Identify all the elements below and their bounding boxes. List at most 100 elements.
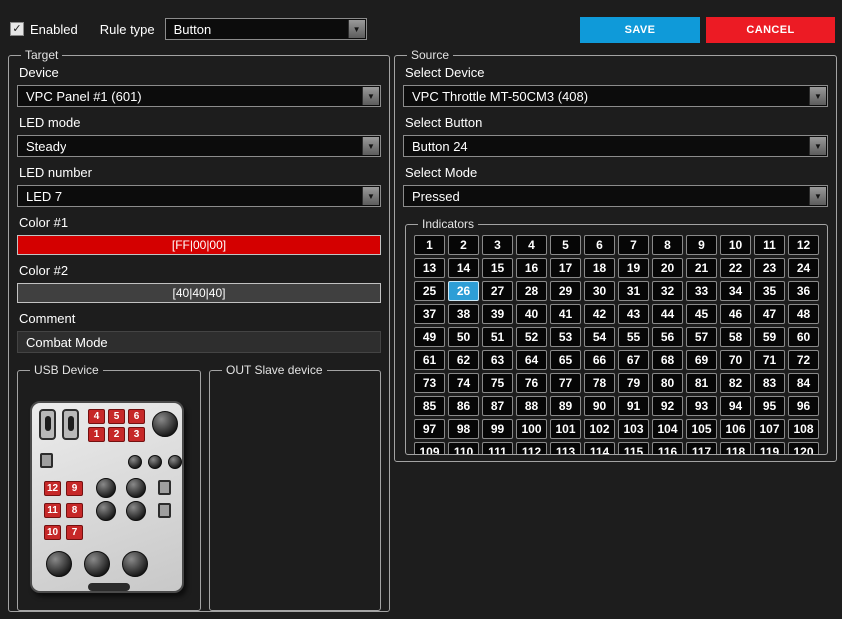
indicator-button-92[interactable]: 92: [652, 396, 683, 416]
chevron-down-icon[interactable]: ▼: [809, 87, 826, 105]
indicator-button-71[interactable]: 71: [754, 350, 785, 370]
indicator-button-16[interactable]: 16: [516, 258, 547, 278]
indicator-button-112[interactable]: 112: [516, 442, 547, 454]
indicator-button-63[interactable]: 63: [482, 350, 513, 370]
indicator-button-23[interactable]: 23: [754, 258, 785, 278]
indicator-button-119[interactable]: 119: [754, 442, 785, 454]
indicator-button-34[interactable]: 34: [720, 281, 751, 301]
indicator-button-79[interactable]: 79: [618, 373, 649, 393]
indicator-button-115[interactable]: 115: [618, 442, 649, 454]
indicator-button-78[interactable]: 78: [584, 373, 615, 393]
indicator-button-109[interactable]: 109: [414, 442, 445, 454]
indicator-button-74[interactable]: 74: [448, 373, 479, 393]
indicator-button-14[interactable]: 14: [448, 258, 479, 278]
indicator-button-36[interactable]: 36: [788, 281, 819, 301]
device-select[interactable]: VPC Panel #1 (601) ▼: [17, 85, 381, 107]
indicator-button-54[interactable]: 54: [584, 327, 615, 347]
indicator-button-103[interactable]: 103: [618, 419, 649, 439]
indicator-button-41[interactable]: 41: [550, 304, 581, 324]
indicator-button-106[interactable]: 106: [720, 419, 751, 439]
indicator-button-91[interactable]: 91: [618, 396, 649, 416]
indicator-button-113[interactable]: 113: [550, 442, 581, 454]
indicator-button-6[interactable]: 6: [584, 235, 615, 255]
indicator-button-17[interactable]: 17: [550, 258, 581, 278]
comment-input[interactable]: [17, 331, 381, 353]
indicator-button-120[interactable]: 120: [788, 442, 819, 454]
indicator-button-61[interactable]: 61: [414, 350, 445, 370]
chevron-down-icon[interactable]: ▼: [809, 137, 826, 155]
indicator-button-38[interactable]: 38: [448, 304, 479, 324]
led-number-select[interactable]: LED 7 ▼: [17, 185, 381, 207]
indicator-button-87[interactable]: 87: [482, 396, 513, 416]
indicator-button-101[interactable]: 101: [550, 419, 581, 439]
indicator-button-59[interactable]: 59: [754, 327, 785, 347]
indicator-button-60[interactable]: 60: [788, 327, 819, 347]
indicator-button-42[interactable]: 42: [584, 304, 615, 324]
indicator-button-49[interactable]: 49: [414, 327, 445, 347]
indicator-button-97[interactable]: 97: [414, 419, 445, 439]
indicator-button-2[interactable]: 2: [448, 235, 479, 255]
indicator-button-13[interactable]: 13: [414, 258, 445, 278]
indicator-button-31[interactable]: 31: [618, 281, 649, 301]
indicator-button-4[interactable]: 4: [516, 235, 547, 255]
indicator-button-111[interactable]: 111: [482, 442, 513, 454]
indicator-button-68[interactable]: 68: [652, 350, 683, 370]
indicator-button-102[interactable]: 102: [584, 419, 615, 439]
indicator-button-53[interactable]: 53: [550, 327, 581, 347]
indicator-button-11[interactable]: 11: [754, 235, 785, 255]
indicator-button-57[interactable]: 57: [686, 327, 717, 347]
indicator-button-50[interactable]: 50: [448, 327, 479, 347]
indicator-button-93[interactable]: 93: [686, 396, 717, 416]
source-button-select[interactable]: Button 24 ▼: [403, 135, 828, 157]
enabled-checkbox[interactable]: ✓: [10, 22, 24, 36]
indicator-button-33[interactable]: 33: [686, 281, 717, 301]
indicator-button-67[interactable]: 67: [618, 350, 649, 370]
chevron-down-icon[interactable]: ▼: [809, 187, 826, 205]
indicator-button-89[interactable]: 89: [550, 396, 581, 416]
indicator-button-25[interactable]: 25: [414, 281, 445, 301]
indicator-button-95[interactable]: 95: [754, 396, 785, 416]
chevron-down-icon[interactable]: ▼: [362, 137, 379, 155]
indicator-button-9[interactable]: 9: [686, 235, 717, 255]
indicator-button-118[interactable]: 118: [720, 442, 751, 454]
color2-bar[interactable]: [40|40|40]: [17, 283, 381, 303]
source-mode-select[interactable]: Pressed ▼: [403, 185, 828, 207]
indicator-button-32[interactable]: 32: [652, 281, 683, 301]
indicator-button-7[interactable]: 7: [618, 235, 649, 255]
indicator-button-15[interactable]: 15: [482, 258, 513, 278]
chevron-down-icon[interactable]: ▼: [347, 20, 365, 38]
indicator-button-77[interactable]: 77: [550, 373, 581, 393]
indicator-button-86[interactable]: 86: [448, 396, 479, 416]
indicator-button-58[interactable]: 58: [720, 327, 751, 347]
indicator-button-76[interactable]: 76: [516, 373, 547, 393]
color1-bar[interactable]: [FF|00|00]: [17, 235, 381, 255]
indicator-button-18[interactable]: 18: [584, 258, 615, 278]
indicator-button-51[interactable]: 51: [482, 327, 513, 347]
indicator-button-26[interactable]: 26: [448, 281, 479, 301]
cancel-button[interactable]: CANCEL: [706, 17, 835, 43]
indicator-button-84[interactable]: 84: [788, 373, 819, 393]
chevron-down-icon[interactable]: ▼: [362, 187, 379, 205]
indicator-button-30[interactable]: 30: [584, 281, 615, 301]
indicator-button-21[interactable]: 21: [686, 258, 717, 278]
indicator-button-45[interactable]: 45: [686, 304, 717, 324]
indicator-button-62[interactable]: 62: [448, 350, 479, 370]
indicator-button-94[interactable]: 94: [720, 396, 751, 416]
indicator-button-37[interactable]: 37: [414, 304, 445, 324]
indicator-button-90[interactable]: 90: [584, 396, 615, 416]
indicator-button-82[interactable]: 82: [720, 373, 751, 393]
indicator-button-116[interactable]: 116: [652, 442, 683, 454]
indicator-button-12[interactable]: 12: [788, 235, 819, 255]
indicator-button-40[interactable]: 40: [516, 304, 547, 324]
indicator-button-19[interactable]: 19: [618, 258, 649, 278]
indicator-button-108[interactable]: 108: [788, 419, 819, 439]
indicator-button-10[interactable]: 10: [720, 235, 751, 255]
indicator-button-114[interactable]: 114: [584, 442, 615, 454]
indicator-button-70[interactable]: 70: [720, 350, 751, 370]
indicator-button-52[interactable]: 52: [516, 327, 547, 347]
indicator-button-56[interactable]: 56: [652, 327, 683, 347]
indicator-button-107[interactable]: 107: [754, 419, 785, 439]
indicator-button-64[interactable]: 64: [516, 350, 547, 370]
indicator-button-46[interactable]: 46: [720, 304, 751, 324]
indicator-button-75[interactable]: 75: [482, 373, 513, 393]
